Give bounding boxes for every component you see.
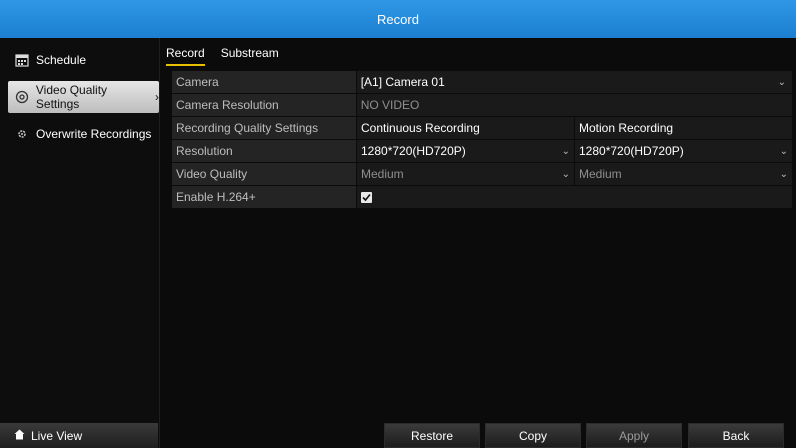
sidebar-item-label: Video Quality Settings [35,83,108,111]
resolution-label: Resolution [172,140,356,162]
motion-recording-header: Motion Recording [575,117,792,139]
sidebar-item-label: Schedule [36,53,87,67]
tab-bar: Record Substream [166,42,295,66]
continuous-recording-header: Continuous Recording [357,117,574,139]
h264-cell [356,186,792,208]
resolution-row: Resolution 1280*720(HD720P) ⌄ 1280*720(H… [172,140,792,162]
motion-resolution-select[interactable]: 1280*720(HD720P) ⌄ [575,140,792,162]
sidebar-item-label: Overwrite Recordings [36,127,152,141]
window-title: Record [0,0,796,38]
h264-checkbox[interactable] [360,191,372,203]
main-content: Record Substream Camera [A1] Camera 01 ⌄… [166,38,792,423]
sidebar-item-overwrite[interactable]: Overwrite Recordings [8,118,159,150]
continuous-quality-select[interactable]: Medium ⌄ [357,163,574,185]
video-quality-row: Video Quality Medium ⌄ Medium ⌄ [172,163,792,185]
sidebar-item-schedule[interactable]: Schedule [8,44,159,76]
continuous-resolution-select[interactable]: 1280*720(HD720P) ⌄ [357,140,574,162]
chevron-down-icon: ⌄ [777,76,786,88]
tab-record[interactable]: Record [166,42,205,66]
copy-button[interactable]: Copy [485,423,581,448]
sidebar: Schedule Video Quality Settings › Overwr… [0,38,160,448]
check-icon [362,193,371,201]
chevron-down-icon: ⌄ [779,168,788,180]
chevron-down-icon: ⌄ [561,145,570,157]
bottom-bar: Restore Copy Apply Back [164,423,796,448]
apply-button[interactable]: Apply [586,423,682,448]
settings-grid: Camera [A1] Camera 01 ⌄ Camera Resolutio… [172,71,792,209]
restore-button[interactable]: Restore [384,423,480,448]
gear-icon [14,89,30,105]
sidebar-item-video-quality[interactable]: Video Quality Settings › [8,81,159,113]
cog-icon [14,126,30,142]
home-icon [14,429,25,443]
h264-label: Enable H.264+ [172,186,356,208]
h264-row: Enable H.264+ [172,186,792,208]
motion-quality-select[interactable]: Medium ⌄ [575,163,792,185]
camera-row: Camera [A1] Camera 01 ⌄ [172,71,792,93]
back-button[interactable]: Back [688,423,784,448]
chevron-down-icon: ⌄ [561,168,570,180]
camera-resolution-row: Camera Resolution NO VIDEO [172,94,792,116]
video-quality-label: Video Quality [172,163,356,185]
camera-label: Camera [172,71,356,93]
chevron-right-icon: › [155,90,159,104]
tab-substream[interactable]: Substream [221,42,279,66]
chevron-down-icon: ⌄ [779,145,788,157]
camera-resolution-value: NO VIDEO [356,94,792,116]
camera-select[interactable]: [A1] Camera 01 ⌄ [356,71,792,93]
quality-settings-row: Recording Quality Settings Continuous Re… [172,117,792,139]
quality-settings-label: Recording Quality Settings [172,117,356,139]
live-view-button[interactable]: Live View [0,423,158,448]
calendar-icon [14,52,30,68]
camera-resolution-label: Camera Resolution [172,94,356,116]
